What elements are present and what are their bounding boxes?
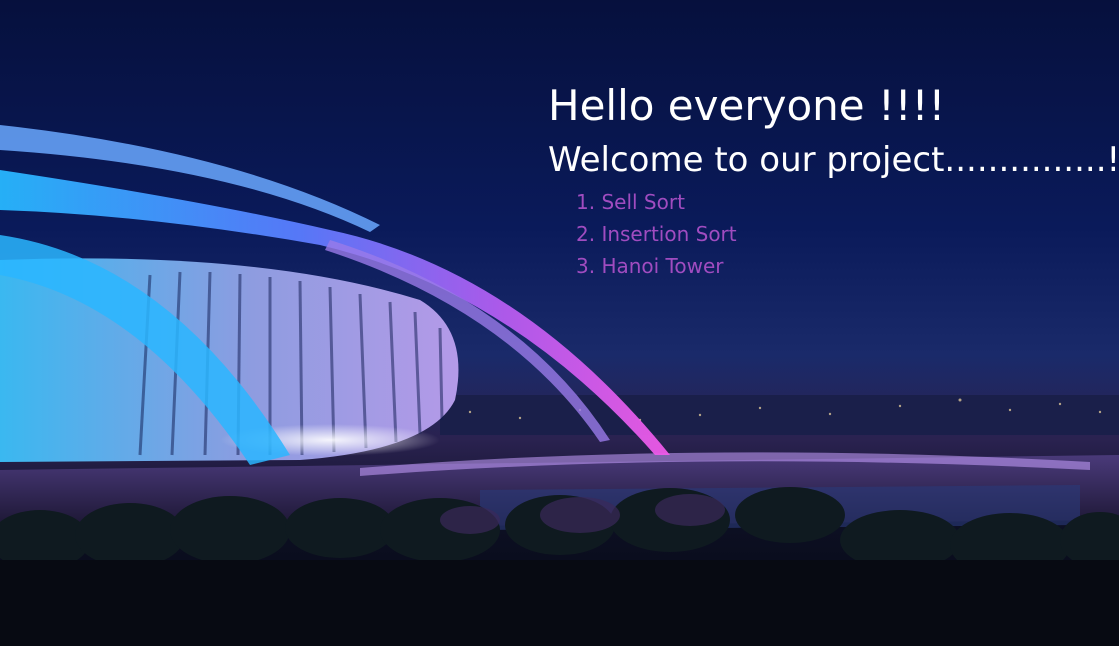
foreground-shadow: [0, 560, 1119, 646]
menu-item-sell-sort[interactable]: 1. Sell Sort: [576, 186, 1108, 218]
intro-panel: Hello everyone !!!! Welcome to our proje…: [548, 80, 1119, 282]
algorithm-menu: 1. Sell Sort 2. Insertion Sort 3. Hanoi …: [576, 186, 1108, 282]
menu-item-insertion-sort[interactable]: 2. Insertion Sort: [576, 218, 1108, 250]
city-skyline: [440, 395, 1119, 435]
stadium-night-background: Hello everyone !!!! Welcome to our proje…: [0, 0, 1119, 646]
greeting-heading: Hello everyone !!!!: [548, 81, 946, 130]
welcome-heading: Welcome to our project...............!: [548, 140, 1119, 180]
menu-item-hanoi-tower[interactable]: 3. Hanoi Tower: [576, 250, 1108, 282]
